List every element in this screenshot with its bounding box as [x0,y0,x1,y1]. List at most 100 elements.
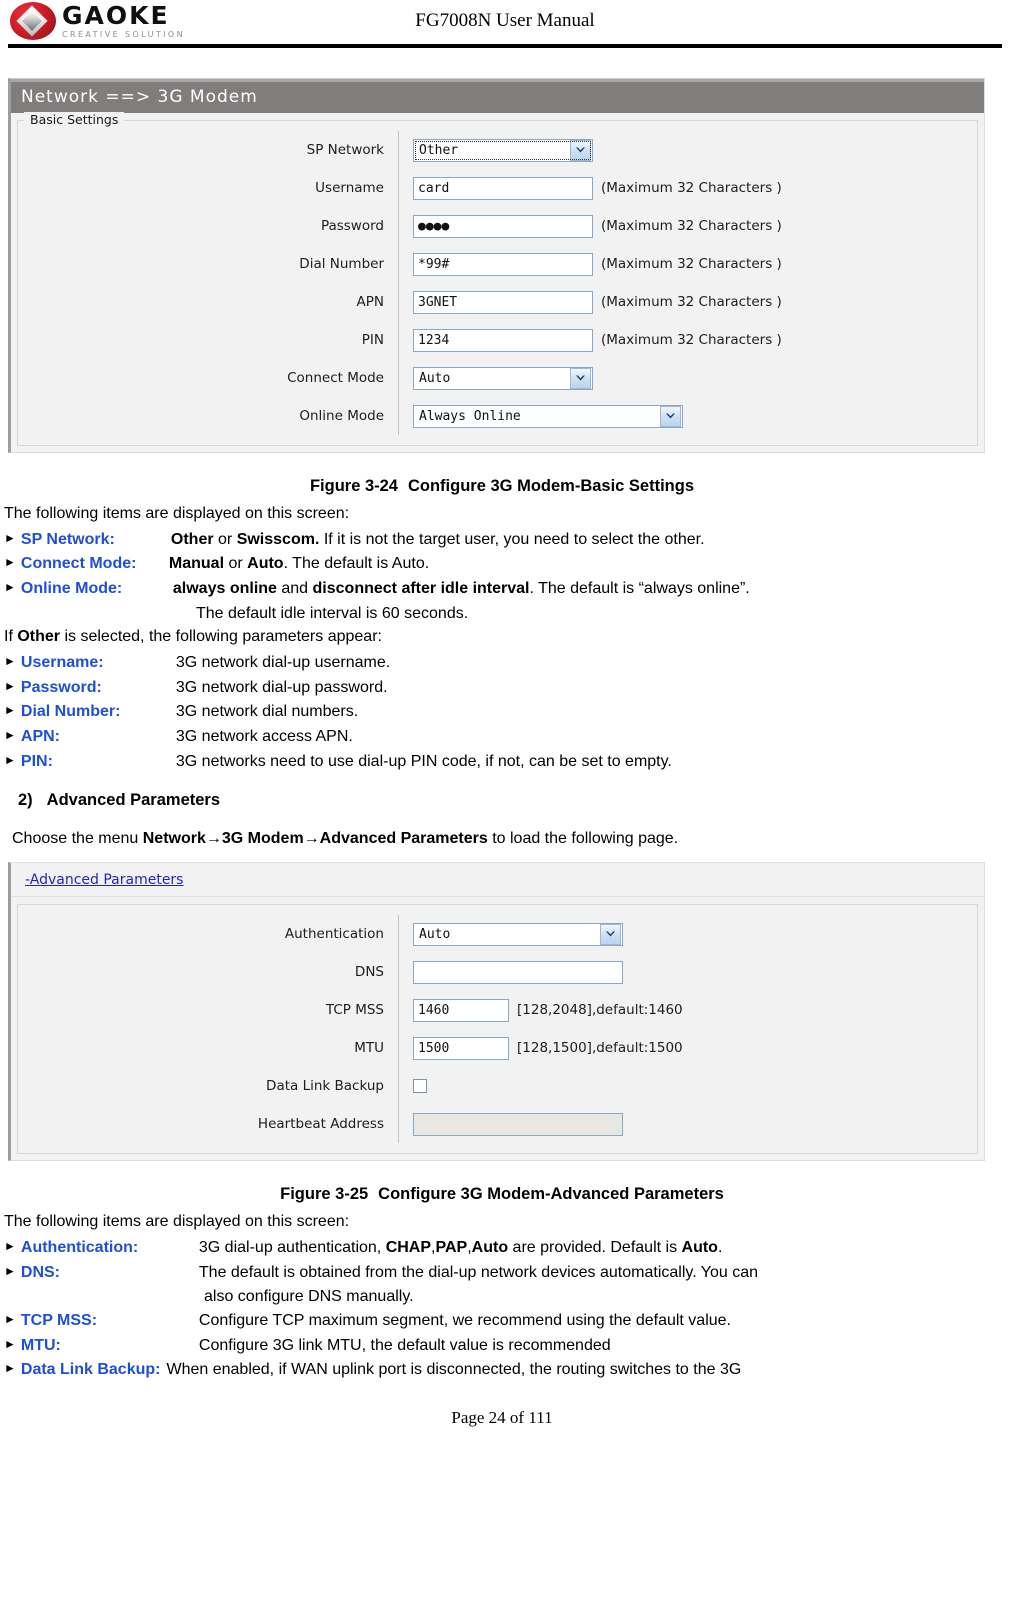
term-dns: DNS: [20,1263,60,1281]
sp-network-conj: or [213,530,237,548]
figure-324-caption: Figure 3-24 Configure 3G Modem-Basic Sett… [4,477,1000,496]
if-other-line: If Other is selected, the following para… [4,625,1000,649]
term-password: Password: [20,678,102,696]
password-input[interactable] [413,214,593,238]
dial-number-input[interactable] [413,252,593,276]
desc-password: 3G network dial-up password. [175,678,388,696]
desc-data-link-backup: When enabled, if WAN uplink port is disc… [166,1361,742,1379]
auth-pre: 3G dial-up authentication, [198,1239,386,1257]
label-sp-network: SP Network [306,142,384,158]
document-body-1: Figure 3-24 Configure 3G Modem-Basic Sett… [0,477,1010,848]
choose-pre: Choose the menu [12,830,143,848]
figure-325-title: Configure 3G Modem-Advanced Parameters [378,1185,724,1204]
desc-mtu: Configure 3G link MTU, the default value… [198,1336,611,1354]
bullet-arrow-icon: ► [4,1263,16,1278]
if-other-post: is selected, the following parameters ap… [60,628,382,646]
bullet-username: ► Username: 3G network dial-up username. [4,651,1000,675]
sp-network-rest: If it is not the target user, you need t… [319,530,705,548]
section-2-heading: 2) Advanced Parameters [18,791,1000,810]
authentication-select[interactable]: Auto [413,922,623,946]
bullet-dial-number: ► Dial Number: 3G network dial numbers. [4,700,1000,724]
label-username: Username [315,180,384,196]
apn-input[interactable] [413,290,593,314]
if-other-bold: Other [17,628,61,646]
bullet-arrow-icon: ► [4,654,16,669]
form-row-password: Password (Maximum 32 Characters ) [18,207,977,245]
row-divider [398,207,399,245]
desc-connect-mode: Manual or Auto. The default is Auto. [169,552,1000,576]
advanced-settings-fieldset: Authentication Auto DNS TCP MSS 1460 [12… [17,904,978,1155]
choose-post: to load the following page. [487,830,679,848]
auth-mid: are provided. Default is [508,1239,682,1257]
document-body-2: Figure 3-25 Configure 3G Modem-Advanced P… [0,1185,1010,1428]
online-mode-rest: . The default is “always online”. [529,580,750,598]
auth-post: . [717,1239,723,1257]
desc-sp-network: Other or Swisscom. If it is not the targ… [171,528,1000,552]
online-mode-select[interactable]: Always Online [413,404,683,428]
mtu-input[interactable] [413,1036,509,1060]
desc-apn: 3G network access APN. [175,728,353,746]
connect-mode-select[interactable]: Auto [413,366,593,390]
chevron-down-icon[interactable] [570,367,591,389]
row-divider [398,169,399,207]
bullet-authentication: ► Authentication: 3G dial-up authenticat… [4,1236,1000,1260]
dns-input[interactable] [413,960,623,984]
online-mode-value: Always Online [419,408,521,424]
desc-tcp-mss: Configure TCP maximum segment, we recomm… [198,1312,731,1330]
label-mtu: MTU [354,1040,384,1057]
apn-hint: (Maximum 32 Characters ) [601,294,782,310]
page-header: GAOKE CREATIVE SOLUTION FG7008N User Man… [8,0,1002,48]
figure-324-title: Configure 3G Modem-Basic Settings [407,477,695,495]
term-online-mode: Online Mode: [20,580,123,598]
desc-username: 3G network dial-up username. [175,654,391,672]
label-authentication: Authentication [284,926,384,943]
bullet-tcp-mss: ► TCP MSS: Configure TCP maximum segment… [4,1309,1000,1333]
advanced-parameters-screenshot: -Advanced Parameters Authentication Auto [8,862,985,1162]
advanced-parameters-linkbar: -Advanced Parameters [11,863,984,898]
username-input[interactable] [413,176,593,200]
panel-titlebar: Network ==> 3G Modem [11,79,984,113]
label-online-mode: Online Mode [299,408,384,424]
choose-menu-line: Choose the menu Network→3G Modem→Advance… [12,830,1000,848]
chevron-down-icon[interactable] [600,923,621,945]
row-divider [398,991,399,1030]
connect-mode-conj: or [224,555,248,573]
chevron-down-icon[interactable] [660,405,681,427]
section-2-number: 2) [18,791,33,810]
desc-pin: 3G networks need to use dial-up PIN code… [175,752,672,770]
dial-number-hint: (Maximum 32 Characters ) [601,256,782,272]
advanced-parameters-link[interactable]: -Advanced Parameters [25,872,183,888]
chevron-down-icon[interactable] [570,139,591,161]
label-connect-mode: Connect Mode [287,370,384,386]
connect-mode-rest: . The default is Auto. [283,555,430,573]
auth-opt-pap: PAP [435,1239,468,1257]
row-divider [398,245,399,283]
label-heartbeat-address: Heartbeat Address [257,1116,384,1133]
term-authentication: Authentication: [20,1239,139,1257]
pin-input[interactable] [413,328,593,352]
row-divider [398,321,399,359]
heartbeat-address-input[interactable] [413,1112,623,1136]
form-row-dns: DNS [18,953,977,992]
bullet-pin: ► PIN: 3G networks need to use dial-up P… [4,750,1000,774]
label-tcp-mss: TCP MSS [325,1002,384,1019]
form-row-connect-mode: Connect Mode Auto [18,359,977,397]
row-divider [398,1105,399,1144]
basic-settings-fieldset: Basic Settings SP Network Other Username… [17,112,978,446]
data-link-backup-checkbox[interactable] [413,1079,427,1094]
figure-324-number: Figure 3-24 [309,477,398,495]
pin-hint: (Maximum 32 Characters ) [601,332,782,348]
sp-network-opt1: Other [170,530,214,548]
label-dial-number: Dial Number [299,256,384,272]
tcp-mss-input[interactable] [413,998,509,1022]
term-sp-network: SP Network: [20,530,115,548]
bullet-sp-network: ► SP Network: Other or Swisscom. If it i… [4,528,1000,552]
term-tcp-mss: TCP MSS: [20,1312,98,1330]
bullet-arrow-icon: ► [4,580,16,595]
intro-line-2: The following items are displayed on thi… [4,1213,350,1231]
term-username: Username: [20,654,104,672]
bullet-arrow-icon: ► [4,703,16,718]
sp-network-select[interactable]: Other [413,138,593,162]
form-row-data-link-backup: Data Link Backup [18,1067,977,1106]
label-pin: PIN [361,332,384,348]
